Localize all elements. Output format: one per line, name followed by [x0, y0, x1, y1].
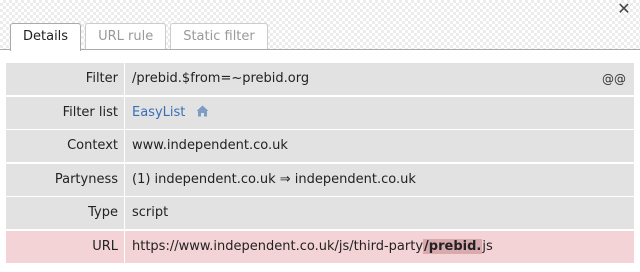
details-panel: Filter /prebid.$from=~prebid.org @@ Filt… — [0, 49, 640, 272]
context-label: Context — [6, 130, 125, 162]
close-icon[interactable]: ✕ — [616, 1, 632, 17]
url-suffix: js — [482, 238, 493, 254]
filter-value: /prebid.$from=~prebid.org @@ — [125, 63, 634, 95]
tab-bar: Details URL rule Static filter — [10, 23, 272, 51]
filter-text: /prebid.$from=~prebid.org — [132, 71, 310, 86]
tab-static-filter[interactable]: Static filter — [170, 23, 268, 50]
row-context: Context www.independent.co.uk — [6, 130, 634, 162]
filter-list-value: EasyList — [125, 97, 634, 129]
partyness-value: (1) independent.co.uk ⇒ independent.co.u… — [132, 171, 416, 187]
row-url: URL https://www.independent.co.uk/js/thi… — [6, 230, 634, 263]
row-filter: Filter /prebid.$from=~prebid.org @@ — [6, 63, 634, 95]
filter-label: Filter — [6, 63, 125, 95]
type-value: script — [132, 205, 169, 220]
tab-url-rule[interactable]: URL rule — [85, 23, 167, 50]
home-icon[interactable] — [196, 98, 209, 130]
filter-list-label: Filter list — [6, 96, 125, 129]
row-partyness: Partyness (1) independent.co.uk ⇒ indepe… — [6, 163, 634, 196]
url-label: URL — [6, 230, 125, 263]
context-value: www.independent.co.uk — [132, 138, 288, 153]
tab-details[interactable]: Details — [10, 23, 82, 51]
row-type: Type script — [6, 197, 634, 229]
row-filter-list: Filter list EasyList — [6, 96, 634, 129]
url-value: https://www.independent.co.uk/js/third-p… — [125, 231, 634, 263]
type-label: Type — [6, 197, 125, 229]
partyness-label: Partyness — [6, 163, 125, 196]
url-prefix: https://www.independent.co.uk/js/third-p… — [132, 238, 424, 254]
filter-list-link[interactable]: EasyList — [132, 105, 185, 120]
url-match-highlight: /prebid. — [423, 238, 483, 254]
exception-toggle-button[interactable]: @@ — [602, 63, 626, 95]
details-table: Filter /prebid.$from=~prebid.org @@ Filt… — [6, 63, 634, 264]
